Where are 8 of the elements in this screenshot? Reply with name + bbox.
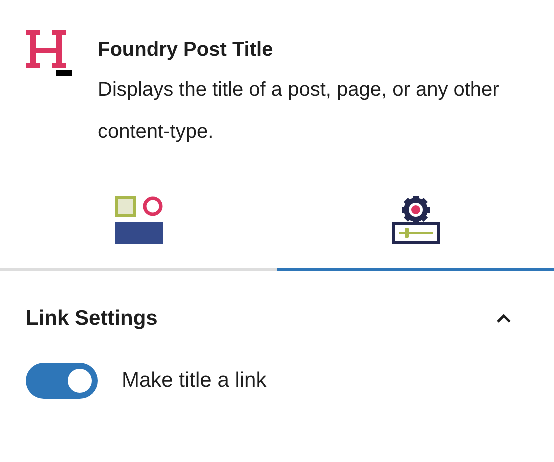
gear-icon [392, 196, 440, 244]
block-title: Foundry Post Title [98, 38, 274, 63]
block-description: Displays the title of a post, page, or any other content-type. [98, 78, 500, 145]
toggle-label: Make title a link [122, 368, 267, 394]
shapes-icon [114, 196, 162, 244]
toggle-switch[interactable] [26, 363, 98, 399]
panel-header[interactable]: Link Settings [26, 301, 528, 337]
heading-logo-icon [26, 30, 72, 76]
